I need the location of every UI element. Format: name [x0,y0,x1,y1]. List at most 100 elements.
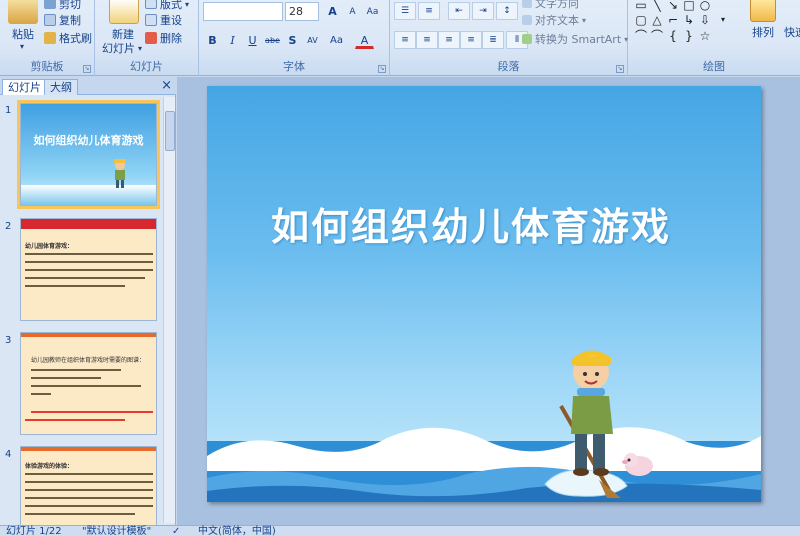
clipboard-group: 粘贴 ▾ 剪切 复制 格式刷 剪贴板 ↘ [0,0,95,76]
thumb-text-line [25,481,153,483]
text-direction-icon [522,0,532,8]
distribute-button[interactable]: ≣ [482,31,504,49]
clear-format-button[interactable]: Aa [363,2,382,20]
align-right-button[interactable]: ≡ [438,31,460,49]
slides-group: 新建 幻灯片 ▾ 版式 ▾ 重设 删除 幻灯片 [95,0,199,76]
arrange-button[interactable]: 排列 [752,24,774,40]
italic-button[interactable]: I [223,31,242,49]
slides-panel: 幻灯片 大纲 × 1 如何组织幼儿体育游戏 2 幼儿园体育游戏： 3 幼儿园教师… [0,77,176,526]
paragraph-launcher[interactable]: ↘ [616,65,624,73]
status-bar: 幻灯片 1/22 "默认设计模板" ✓ 中文(简体，中国) [0,525,800,536]
thumb-heading: 幼儿园体育游戏： [25,243,74,250]
rectangle-shape-icon[interactable]: ▭ [634,0,648,12]
shapes-more-icon[interactable]: ▾ [716,13,730,27]
spellcheck-icon[interactable]: ✓ [172,526,180,536]
star-shape-icon[interactable]: ☆ [698,29,712,43]
paste-icon[interactable] [8,0,38,24]
elbow-connector-icon[interactable]: ⌐ [666,13,680,27]
shadow-button[interactable]: S [283,31,302,49]
grow-font-button[interactable]: A [323,2,342,20]
new-slide-icon[interactable] [109,0,139,24]
font-color-button[interactable]: A [355,31,374,49]
language[interactable]: 中文(简体，中国) [198,526,276,536]
underline-button[interactable]: U [243,31,262,49]
new-slide-dropdown[interactable]: 幻灯片 ▾ [102,40,142,56]
down-arrow-shape-icon[interactable]: ⇩ [698,13,712,27]
spacing-button[interactable]: AV [303,31,322,49]
panel-scrollbar[interactable] [163,97,175,523]
font-launcher[interactable]: ↘ [378,65,386,73]
align-text-label: 对齐文本 [535,14,579,27]
brace-right-icon[interactable]: } [682,29,696,43]
connector-icon[interactable]: ↳ [682,13,696,27]
font-size-field[interactable]: 28 [285,2,319,21]
thumb-text-line [25,269,153,271]
reset-button[interactable]: 重设 [145,12,182,28]
thumb-text-line [25,505,153,507]
brace-left-icon[interactable]: { [666,29,680,43]
curve-shape-icon[interactable]: ⌒ [634,29,648,43]
format-painter-label: 格式刷 [59,32,92,45]
triangle-shape-icon[interactable]: △ [650,13,664,27]
shrink-font-button[interactable]: A [343,2,362,20]
numbering-button[interactable]: ≡ [418,2,440,20]
smartart-button[interactable]: 转换为 SmartArt ▾ [522,31,628,47]
bullets-button[interactable]: ☰ [394,2,416,20]
arc-shape-icon[interactable]: ⌒ [650,29,664,43]
thumb-text-line [25,253,153,255]
reset-label: 重设 [160,14,182,27]
quick-styles-button[interactable]: 快速 [784,24,800,40]
slide-thumbnail-3[interactable]: 幼儿园教师在组织体育游戏时需要的图谱： [20,332,157,435]
ribbon: 粘贴 ▾ 剪切 复制 格式刷 剪贴板 ↘ 新建 幻灯片 ▾ 版式 ▾ 重设 删除 幻… [0,0,800,76]
smartart-icon [522,34,532,44]
slide-thumbnail-2[interactable]: 幼儿园体育游戏： [20,218,157,321]
rounded-rect-shape-icon[interactable]: ▢ [634,13,648,27]
oval-shape-icon[interactable]: ○ [698,0,712,12]
thumb-text-line [25,473,153,475]
font-name-field[interactable] [203,2,283,21]
copy-label: 复制 [59,14,81,27]
align-left-button[interactable]: ≡ [394,31,416,49]
paste-dropdown[interactable]: ▾ [20,42,24,51]
delete-button[interactable]: 删除 [145,30,182,46]
copy-button[interactable]: 复制 [44,12,81,28]
cut-label: 剪切 [59,0,81,11]
strike-button[interactable]: abe [263,31,282,49]
bold-button[interactable]: B [203,31,222,49]
thumb-number: 3 [5,335,12,346]
clipboard-launcher[interactable]: ↘ [83,65,91,73]
close-icon[interactable]: × [161,78,172,93]
paste-button[interactable]: 粘贴 [12,26,34,42]
format-painter-button[interactable]: 格式刷 [44,30,92,46]
change-case-button[interactable]: Aa [327,31,346,49]
slides-group-label: 幻灯片 [130,60,163,73]
thumb-text-line [25,497,153,499]
arrange-icon[interactable] [750,0,776,22]
scrollbar-thumb[interactable] [165,111,175,151]
tab-outline[interactable]: 大纲 [44,79,78,95]
delete-icon [145,32,157,44]
thumb-number: 2 [5,221,12,232]
line-spacing-button[interactable]: ↕ [496,2,518,20]
thumb-highlight-line [31,411,153,413]
slide-thumbnail-1[interactable]: 如何组织幼儿体育游戏 [17,100,160,209]
slide-thumbnail-4[interactable]: 体验游戏的体验： [20,446,157,526]
justify-button[interactable]: ≡ [460,31,482,49]
slide-title[interactable]: 如何组织幼儿体育游戏 [271,196,671,251]
text-direction-button[interactable]: 文字方向 [522,0,579,11]
line-shape-icon[interactable]: ╲ [650,0,664,12]
layout-button[interactable]: 版式 ▾ [145,0,189,12]
decrease-indent-button[interactable]: ⇤ [448,2,470,20]
current-slide[interactable]: 如何组织幼儿体育游戏 [207,86,761,502]
align-center-button[interactable]: ≡ [416,31,438,49]
increase-indent-button[interactable]: ⇥ [472,2,494,20]
thumb-text-line [25,277,145,279]
cut-button[interactable]: 剪切 [44,0,81,12]
theme-name[interactable]: "默认设计模板" [82,526,151,536]
smartart-label: 转换为 SmartArt [535,33,622,46]
tab-slides[interactable]: 幻灯片 [2,79,47,95]
arrow-shape-icon[interactable]: ↘ [666,0,680,12]
square-shape-icon[interactable]: □ [682,0,696,12]
copy-icon [44,14,56,26]
align-text-button[interactable]: 对齐文本 ▾ [522,12,586,28]
